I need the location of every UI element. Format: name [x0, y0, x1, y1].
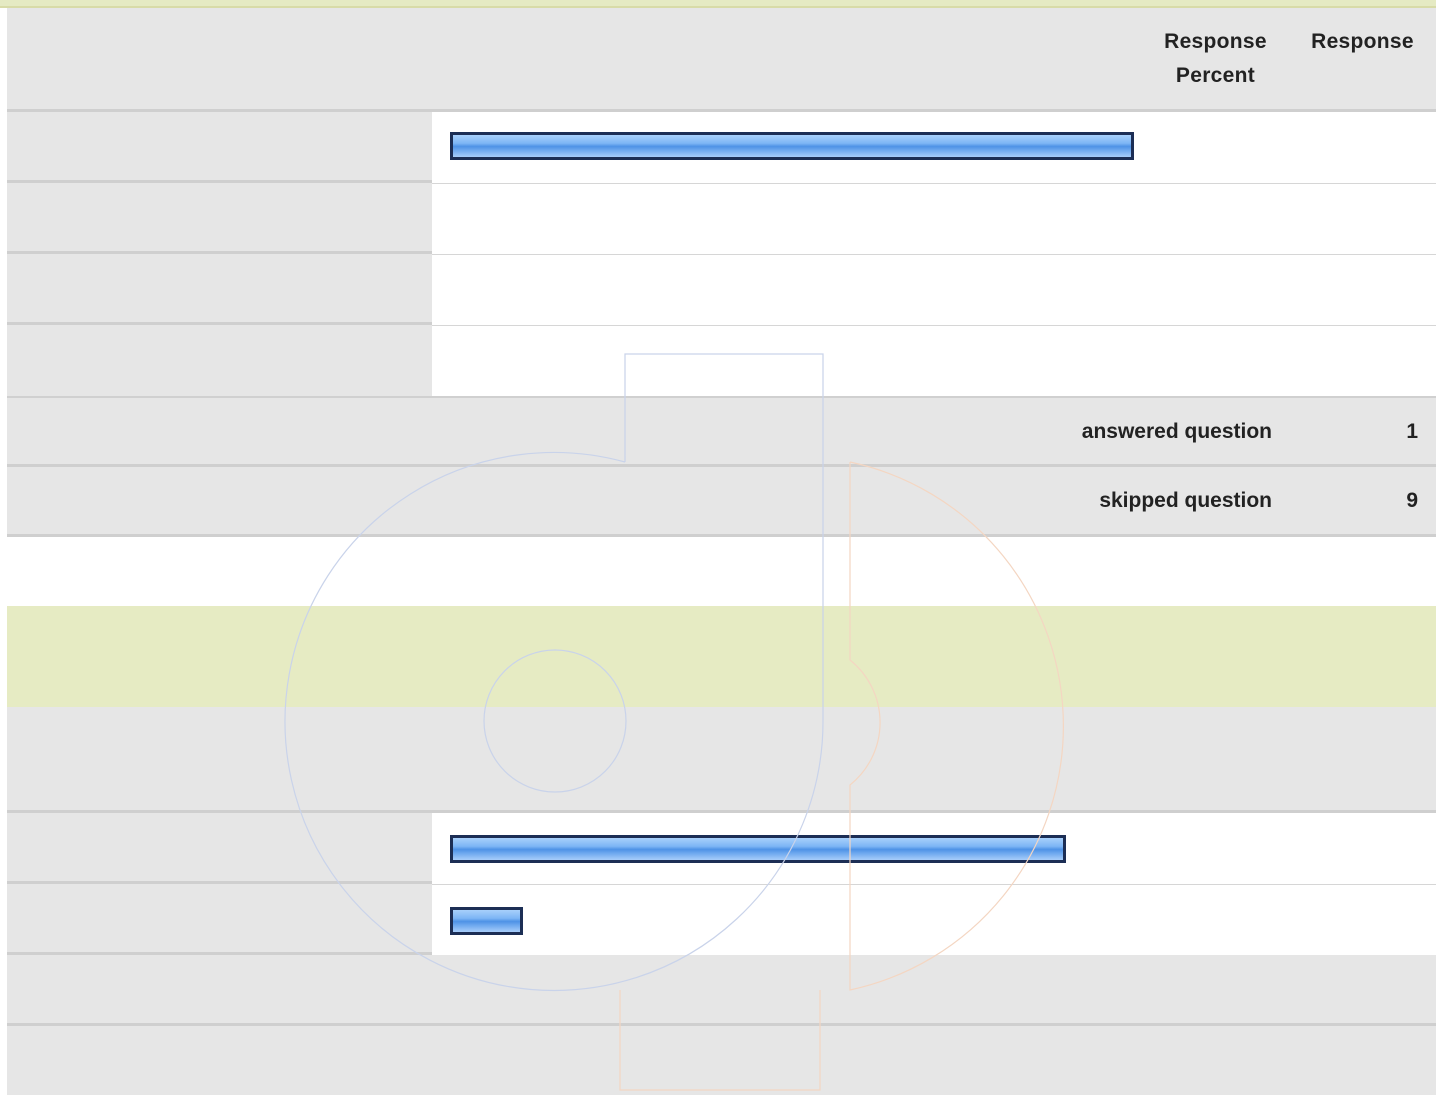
header-count-cell — [1289, 707, 1436, 813]
table-row — [7, 254, 1436, 325]
header-bar-cell — [432, 707, 1142, 813]
answered-question-row: answered question 1 — [7, 396, 1436, 467]
bar-cell — [432, 112, 1142, 183]
skipped-question-label: skipped question — [1099, 489, 1272, 512]
percent-cell — [1142, 955, 1289, 1026]
table-row — [7, 955, 1436, 1026]
count-cell — [1289, 955, 1436, 1026]
question-header-band — [7, 606, 1436, 707]
percent-cell — [1142, 813, 1289, 884]
bar-cell — [432, 325, 1142, 396]
count-cell — [1289, 1026, 1436, 1095]
skipped-question-count: 9 — [1406, 489, 1418, 512]
count-cell — [1289, 112, 1436, 183]
table-row — [7, 1026, 1436, 1095]
response-bar — [450, 132, 1134, 160]
percent-cell — [1142, 1026, 1289, 1095]
bar-cell — [432, 1026, 1142, 1095]
response-bar — [450, 907, 523, 935]
answer-label-cell — [7, 1026, 432, 1095]
header-percent-cell: Response Percent — [1142, 8, 1289, 112]
table-row — [7, 112, 1436, 183]
bar-cell — [432, 183, 1142, 254]
skipped-question-row: skipped question 9 — [7, 467, 1436, 537]
percent-cell — [1142, 254, 1289, 325]
count-cell — [1289, 254, 1436, 325]
table-row — [7, 884, 1436, 955]
table-row — [7, 325, 1436, 396]
count-cell — [1289, 884, 1436, 955]
response-table-2 — [7, 707, 1436, 1095]
response-count-header: Response — [1311, 30, 1414, 53]
answer-label-cell — [7, 884, 432, 955]
answered-question-label: answered question — [1081, 420, 1272, 443]
bar-cell — [432, 884, 1142, 955]
percent-cell — [1142, 112, 1289, 183]
count-cell — [1289, 183, 1436, 254]
answer-label-cell — [7, 955, 432, 1026]
header-bar-cell — [432, 8, 1142, 112]
header-answer-cell — [7, 707, 432, 813]
header-answer-cell — [7, 8, 432, 112]
answer-label-cell — [7, 254, 432, 325]
count-cell — [1289, 325, 1436, 396]
header-count-cell: Response — [1289, 8, 1436, 112]
header-percent-cell — [1142, 707, 1289, 813]
table-row — [7, 183, 1436, 254]
table-row — [7, 813, 1436, 884]
percent-cell — [1142, 884, 1289, 955]
response-table-1: Response Percent Response answered quest… — [7, 8, 1436, 537]
table-header-row — [7, 707, 1436, 813]
table-header-row: Response Percent Response — [7, 8, 1436, 112]
response-percent-header: Response Percent — [1164, 30, 1267, 87]
bar-cell — [432, 813, 1142, 884]
answered-question-count: 1 — [1406, 420, 1418, 443]
answer-label-cell — [7, 813, 432, 884]
answer-label-cell — [7, 183, 432, 254]
answer-label-cell — [7, 325, 432, 396]
bar-cell — [432, 254, 1142, 325]
answer-label-cell — [7, 112, 432, 183]
response-bar — [450, 835, 1066, 863]
percent-cell — [1142, 325, 1289, 396]
bar-cell — [432, 955, 1142, 1026]
top-green-strip — [0, 0, 1436, 8]
count-cell — [1289, 813, 1436, 884]
percent-cell — [1142, 183, 1289, 254]
